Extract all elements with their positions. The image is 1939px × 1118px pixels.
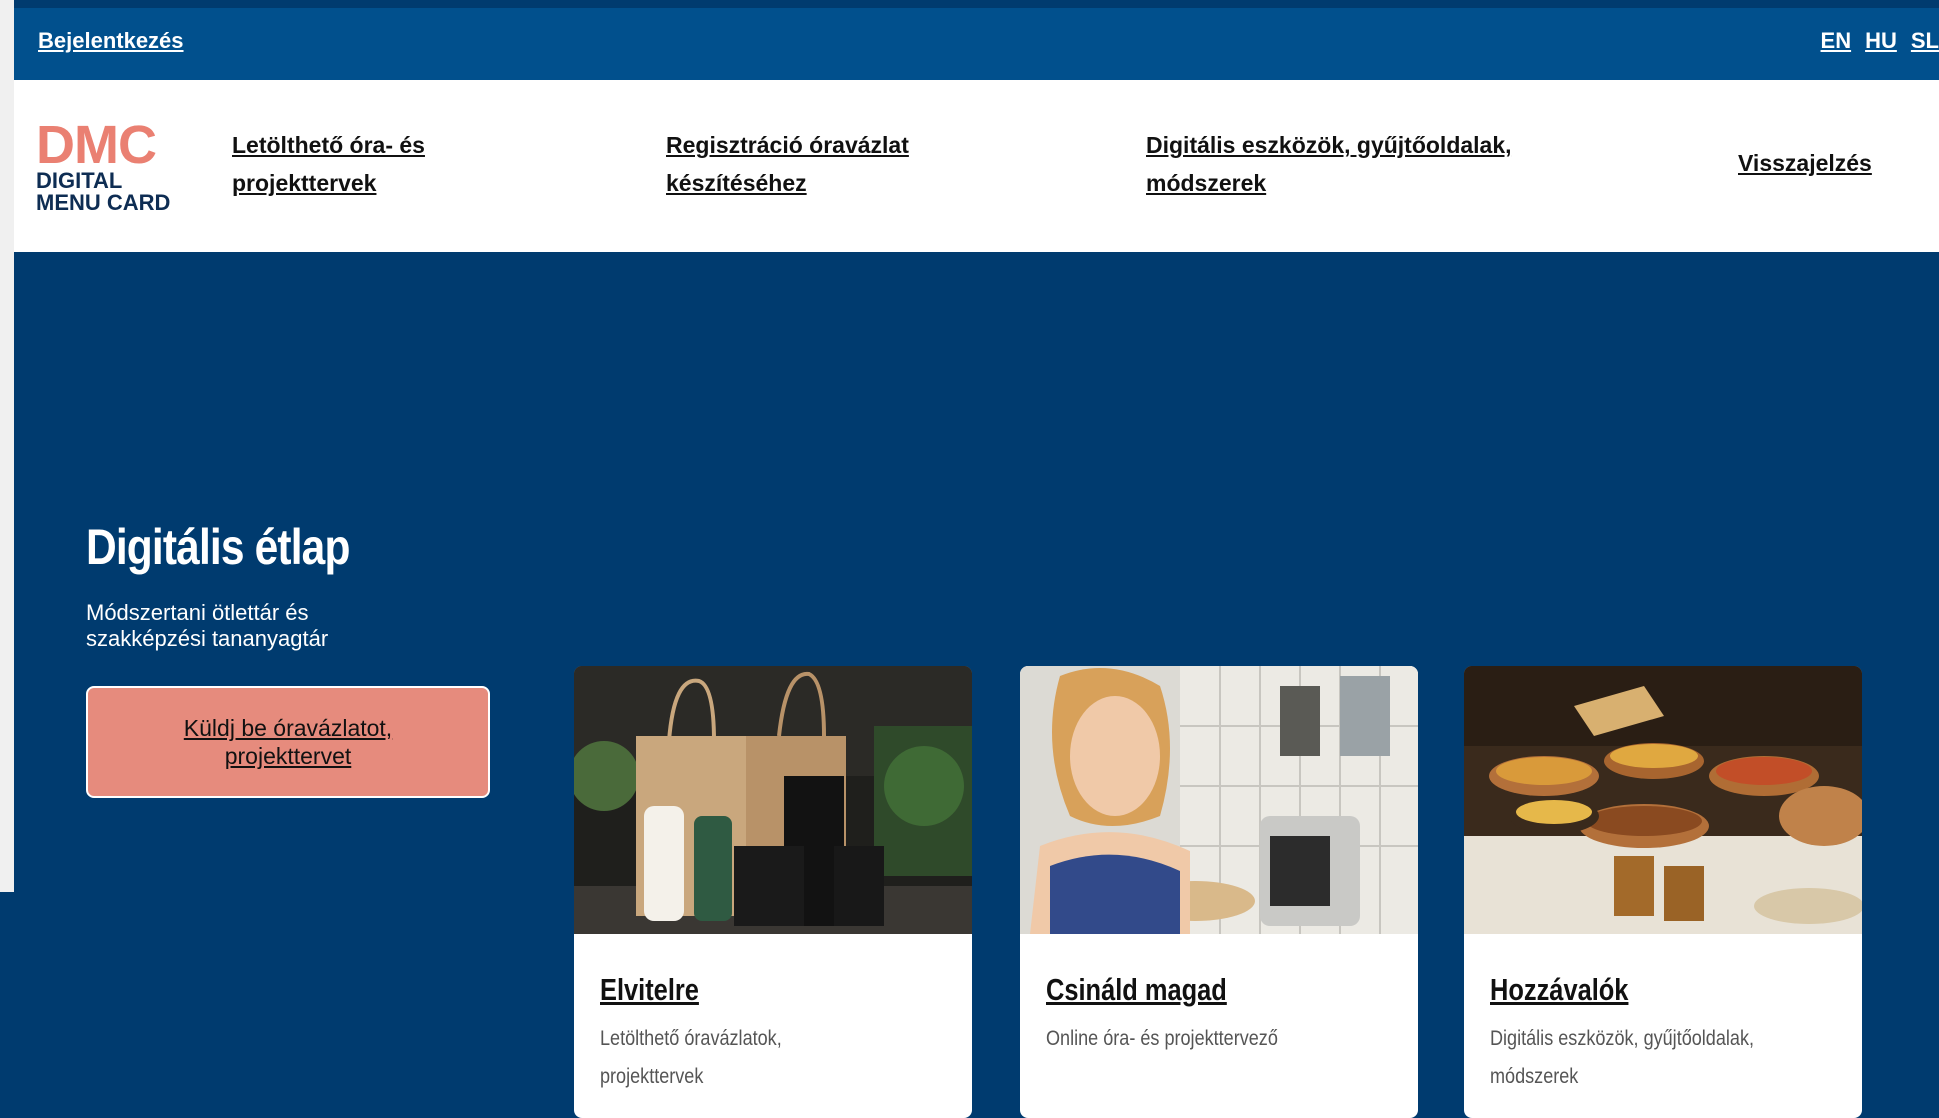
woman-kitchen-image: [1020, 666, 1418, 934]
card-desc-line1: Online óra- és projekttervező: [1046, 1027, 1278, 1050]
takeaway-bags-image: [574, 666, 972, 934]
hero-section: Digitális étlap Módszertani ötlettár és …: [14, 252, 1939, 1118]
card-desc-line2: módszerek: [1490, 1065, 1579, 1088]
submit-plan-label: Küldj be óravázlatot, projekttervet: [183, 715, 393, 769]
card-description: Digitális eszközök, gyűjtőoldalak, módsz…: [1490, 1020, 1800, 1096]
lang-sl-link[interactable]: SL: [1911, 28, 1939, 54]
card-hozzavalok[interactable]: Hozzávalók Digitális eszközök, gyűjtőold…: [1464, 666, 1862, 1118]
dmc-logo[interactable]: DMC DIGITAL MENU CARD: [36, 115, 206, 220]
nav-feedback[interactable]: Visszajelzés: [1738, 144, 1872, 182]
window-edge: [0, 0, 14, 892]
language-switcher: EN HU SL: [1821, 28, 1939, 54]
nav-registration[interactable]: Regisztráció óravázlat készítéséhez: [666, 126, 986, 202]
logo-mark: DMC: [36, 115, 157, 175]
logo-line2: MENU CARD: [36, 190, 171, 215]
card-desc-line1: Letölthető óravázlatok,: [600, 1027, 782, 1050]
card-description: Letölthető óravázlatok, projekttervek: [600, 1020, 910, 1096]
card-desc-line1: Digitális eszközök, gyűjtőoldalak,: [1490, 1027, 1755, 1050]
ingredients-image: [1464, 666, 1862, 934]
card-csinald-magad[interactable]: Csináld magad Online óra- és projektterv…: [1020, 666, 1418, 1118]
hero-title: Digitális étlap: [86, 519, 350, 575]
hero-subtitle: Módszertani ötlettár és szakképzési tana…: [86, 600, 329, 651]
lang-hu-link[interactable]: HU: [1865, 28, 1897, 54]
card-description: Online óra- és projekttervező: [1046, 1020, 1356, 1058]
site-header: DMC DIGITAL MENU CARD Letölthető óra- és…: [14, 80, 1939, 252]
nav-downloadable-plans[interactable]: Letölthető óra- és projekttervek: [232, 126, 492, 202]
card-desc-line2: projekttervek: [600, 1065, 704, 1088]
card-title[interactable]: Csináld magad: [1046, 972, 1227, 1008]
logo-line1: DIGITAL: [36, 168, 123, 193]
card-title[interactable]: Elvitelre: [600, 972, 699, 1008]
top-bar: Bejelentkezés EN HU SL: [14, 8, 1939, 80]
lang-en-link[interactable]: EN: [1821, 28, 1852, 54]
nav-digital-tools[interactable]: Digitális eszközök, gyűjtőoldalak, módsz…: [1146, 126, 1606, 202]
card-title[interactable]: Hozzávalók: [1490, 972, 1628, 1008]
card-elvitelre[interactable]: Elvitelre Letölthető óravázlatok, projek…: [574, 666, 972, 1118]
submit-plan-button[interactable]: Küldj be óravázlatot, projekttervet: [86, 686, 490, 798]
login-link[interactable]: Bejelentkezés: [38, 28, 184, 54]
